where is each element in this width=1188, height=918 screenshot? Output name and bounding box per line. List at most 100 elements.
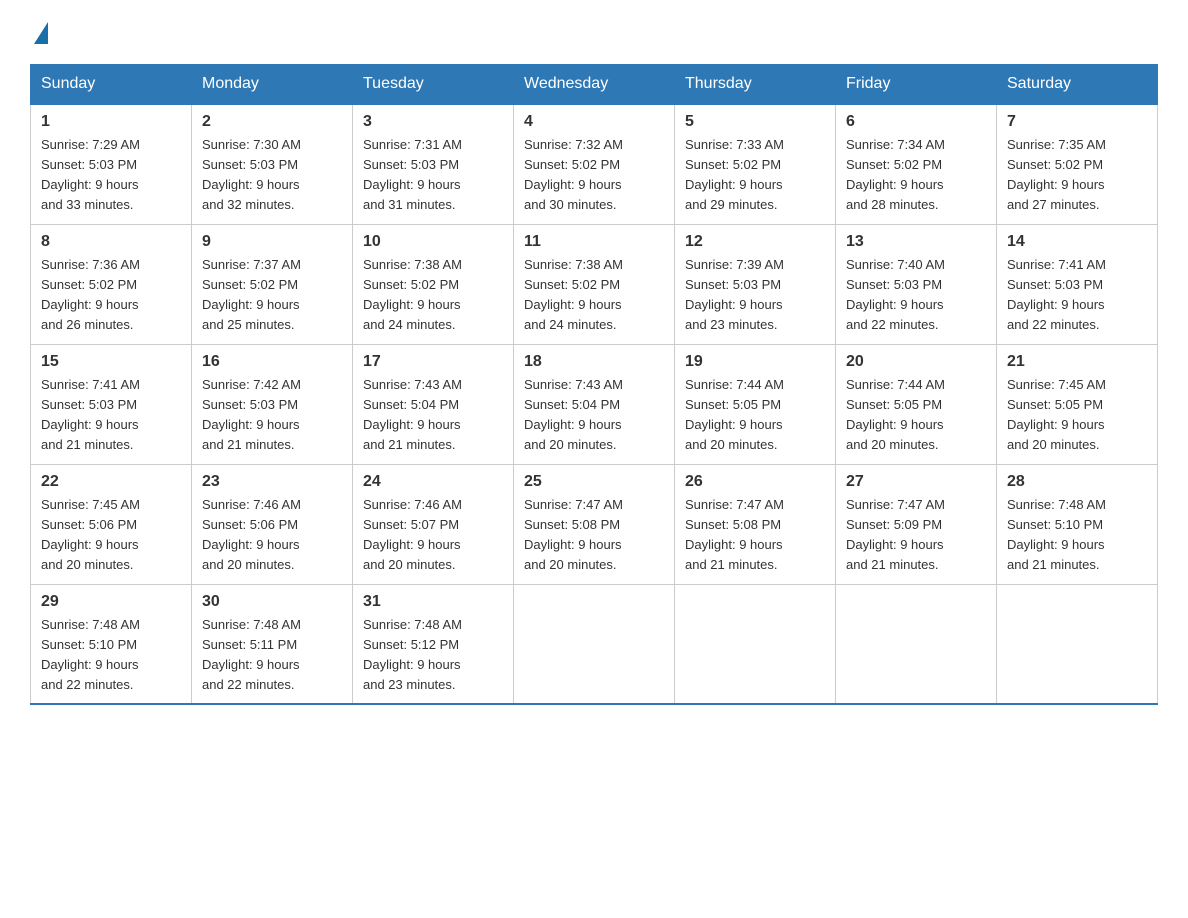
column-header-tuesday: Tuesday <box>353 65 514 105</box>
day-number: 2 <box>202 113 342 131</box>
calendar-cell: 27 Sunrise: 7:47 AMSunset: 5:09 PMDayligh… <box>836 464 997 584</box>
day-info: Sunrise: 7:34 AMSunset: 5:02 PMDaylight:… <box>846 135 986 216</box>
day-info: Sunrise: 7:35 AMSunset: 5:02 PMDaylight:… <box>1007 135 1147 216</box>
calendar-cell: 10 Sunrise: 7:38 AMSunset: 5:02 PMDayligh… <box>353 224 514 344</box>
day-number: 15 <box>41 353 181 371</box>
calendar-cell: 8Sunrise: 7:36 AMSunset: 5:02 PMDaylight… <box>31 224 192 344</box>
day-number: 24 <box>363 473 503 491</box>
day-info: Sunrise: 7:48 AMSunset: 5:10 PMDaylight:… <box>1007 495 1147 576</box>
calendar-week-row: 29Sunrise: 7:48 AMSunset: 5:10 PMDayligh… <box>31 584 1158 704</box>
calendar-cell: 29Sunrise: 7:48 AMSunset: 5:10 PMDayligh… <box>31 584 192 704</box>
calendar-cell: 2 Sunrise: 7:30 AMSunset: 5:03 PMDaylight… <box>192 104 353 224</box>
calendar-week-row: 22 Sunrise: 7:45 AMSunset: 5:06 PMDayligh… <box>31 464 1158 584</box>
calendar-cell: 15 Sunrise: 7:41 AMSunset: 5:03 PMDayligh… <box>31 344 192 464</box>
day-info: Sunrise: 7:47 AMSunset: 5:08 PMDaylight:… <box>524 495 664 576</box>
column-header-monday: Monday <box>192 65 353 105</box>
day-number: 11 <box>524 233 664 251</box>
day-info: Sunrise: 7:47 AMSunset: 5:08 PMDaylight:… <box>685 495 825 576</box>
calendar-cell: 30 Sunrise: 7:48 AMSunset: 5:11 PMDayligh… <box>192 584 353 704</box>
day-info: Sunrise: 7:48 AMSunset: 5:11 PMDaylight:… <box>202 615 342 696</box>
calendar-cell: 14 Sunrise: 7:41 AMSunset: 5:03 PMDayligh… <box>997 224 1158 344</box>
calendar-cell: 19 Sunrise: 7:44 AMSunset: 5:05 PMDayligh… <box>675 344 836 464</box>
day-number: 18 <box>524 353 664 371</box>
calendar-cell: 4 Sunrise: 7:32 AMSunset: 5:02 PMDaylight… <box>514 104 675 224</box>
day-number: 12 <box>685 233 825 251</box>
calendar-week-row: 1 Sunrise: 7:29 AMSunset: 5:03 PMDaylight… <box>31 104 1158 224</box>
day-number: 4 <box>524 113 664 131</box>
calendar-week-row: 15 Sunrise: 7:41 AMSunset: 5:03 PMDayligh… <box>31 344 1158 464</box>
column-header-thursday: Thursday <box>675 65 836 105</box>
day-number: 1 <box>41 113 181 131</box>
calendar-cell: 28 Sunrise: 7:48 AMSunset: 5:10 PMDayligh… <box>997 464 1158 584</box>
day-number: 26 <box>685 473 825 491</box>
day-info: Sunrise: 7:40 AMSunset: 5:03 PMDaylight:… <box>846 255 986 336</box>
day-number: 5 <box>685 113 825 131</box>
day-info: Sunrise: 7:45 AMSunset: 5:06 PMDaylight:… <box>41 495 181 576</box>
day-number: 19 <box>685 353 825 371</box>
day-info: Sunrise: 7:41 AMSunset: 5:03 PMDaylight:… <box>1007 255 1147 336</box>
day-info: Sunrise: 7:31 AMSunset: 5:03 PMDaylight:… <box>363 135 503 216</box>
calendar-cell: 7Sunrise: 7:35 AMSunset: 5:02 PMDaylight… <box>997 104 1158 224</box>
calendar-cell: 24 Sunrise: 7:46 AMSunset: 5:07 PMDayligh… <box>353 464 514 584</box>
calendar-cell: 26 Sunrise: 7:47 AMSunset: 5:08 PMDayligh… <box>675 464 836 584</box>
calendar-cell: 16Sunrise: 7:42 AMSunset: 5:03 PMDayligh… <box>192 344 353 464</box>
calendar-cell: 21 Sunrise: 7:45 AMSunset: 5:05 PMDayligh… <box>997 344 1158 464</box>
day-info: Sunrise: 7:46 AMSunset: 5:06 PMDaylight:… <box>202 495 342 576</box>
logo <box>30 20 50 44</box>
day-number: 27 <box>846 473 986 491</box>
calendar-cell: 12 Sunrise: 7:39 AMSunset: 5:03 PMDayligh… <box>675 224 836 344</box>
day-number: 3 <box>363 113 503 131</box>
calendar-cell: 13 Sunrise: 7:40 AMSunset: 5:03 PMDayligh… <box>836 224 997 344</box>
day-info: Sunrise: 7:37 AMSunset: 5:02 PMDaylight:… <box>202 255 342 336</box>
calendar-cell <box>836 584 997 704</box>
calendar-cell: 23 Sunrise: 7:46 AMSunset: 5:06 PMDayligh… <box>192 464 353 584</box>
day-number: 21 <box>1007 353 1147 371</box>
logo-triangle-icon <box>34 22 48 44</box>
calendar-cell: 17 Sunrise: 7:43 AMSunset: 5:04 PMDayligh… <box>353 344 514 464</box>
day-number: 10 <box>363 233 503 251</box>
day-info: Sunrise: 7:43 AMSunset: 5:04 PMDaylight:… <box>524 375 664 456</box>
day-info: Sunrise: 7:38 AMSunset: 5:02 PMDaylight:… <box>363 255 503 336</box>
column-header-wednesday: Wednesday <box>514 65 675 105</box>
column-header-friday: Friday <box>836 65 997 105</box>
day-number: 17 <box>363 353 503 371</box>
day-number: 6 <box>846 113 986 131</box>
day-number: 28 <box>1007 473 1147 491</box>
day-info: Sunrise: 7:45 AMSunset: 5:05 PMDaylight:… <box>1007 375 1147 456</box>
calendar-cell: 5 Sunrise: 7:33 AMSunset: 5:02 PMDaylight… <box>675 104 836 224</box>
day-info: Sunrise: 7:47 AMSunset: 5:09 PMDaylight:… <box>846 495 986 576</box>
calendar-cell: 18 Sunrise: 7:43 AMSunset: 5:04 PMDayligh… <box>514 344 675 464</box>
day-number: 31 <box>363 593 503 611</box>
day-number: 14 <box>1007 233 1147 251</box>
day-info: Sunrise: 7:33 AMSunset: 5:02 PMDaylight:… <box>685 135 825 216</box>
day-number: 30 <box>202 593 342 611</box>
calendar-cell: 31Sunrise: 7:48 AMSunset: 5:12 PMDayligh… <box>353 584 514 704</box>
day-number: 9 <box>202 233 342 251</box>
calendar-cell: 6 Sunrise: 7:34 AMSunset: 5:02 PMDaylight… <box>836 104 997 224</box>
day-number: 20 <box>846 353 986 371</box>
calendar-cell: 20Sunrise: 7:44 AMSunset: 5:05 PMDayligh… <box>836 344 997 464</box>
day-info: Sunrise: 7:39 AMSunset: 5:03 PMDaylight:… <box>685 255 825 336</box>
day-info: Sunrise: 7:44 AMSunset: 5:05 PMDaylight:… <box>685 375 825 456</box>
calendar-cell: 3 Sunrise: 7:31 AMSunset: 5:03 PMDaylight… <box>353 104 514 224</box>
day-info: Sunrise: 7:46 AMSunset: 5:07 PMDaylight:… <box>363 495 503 576</box>
calendar-table: SundayMondayTuesdayWednesdayThursdayFrid… <box>30 64 1158 705</box>
calendar-cell: 9 Sunrise: 7:37 AMSunset: 5:02 PMDaylight… <box>192 224 353 344</box>
calendar-cell: 22 Sunrise: 7:45 AMSunset: 5:06 PMDayligh… <box>31 464 192 584</box>
day-number: 23 <box>202 473 342 491</box>
day-info: Sunrise: 7:36 AMSunset: 5:02 PMDaylight:… <box>41 255 181 336</box>
day-info: Sunrise: 7:43 AMSunset: 5:04 PMDaylight:… <box>363 375 503 456</box>
day-number: 22 <box>41 473 181 491</box>
calendar-cell <box>514 584 675 704</box>
calendar-cell: 11Sunrise: 7:38 AMSunset: 5:02 PMDayligh… <box>514 224 675 344</box>
calendar-cell <box>997 584 1158 704</box>
column-header-saturday: Saturday <box>997 65 1158 105</box>
day-info: Sunrise: 7:41 AMSunset: 5:03 PMDaylight:… <box>41 375 181 456</box>
day-info: Sunrise: 7:30 AMSunset: 5:03 PMDaylight:… <box>202 135 342 216</box>
day-number: 25 <box>524 473 664 491</box>
column-header-sunday: Sunday <box>31 65 192 105</box>
calendar-cell: 25 Sunrise: 7:47 AMSunset: 5:08 PMDayligh… <box>514 464 675 584</box>
day-number: 13 <box>846 233 986 251</box>
day-info: Sunrise: 7:29 AMSunset: 5:03 PMDaylight:… <box>41 135 181 216</box>
day-info: Sunrise: 7:32 AMSunset: 5:02 PMDaylight:… <box>524 135 664 216</box>
